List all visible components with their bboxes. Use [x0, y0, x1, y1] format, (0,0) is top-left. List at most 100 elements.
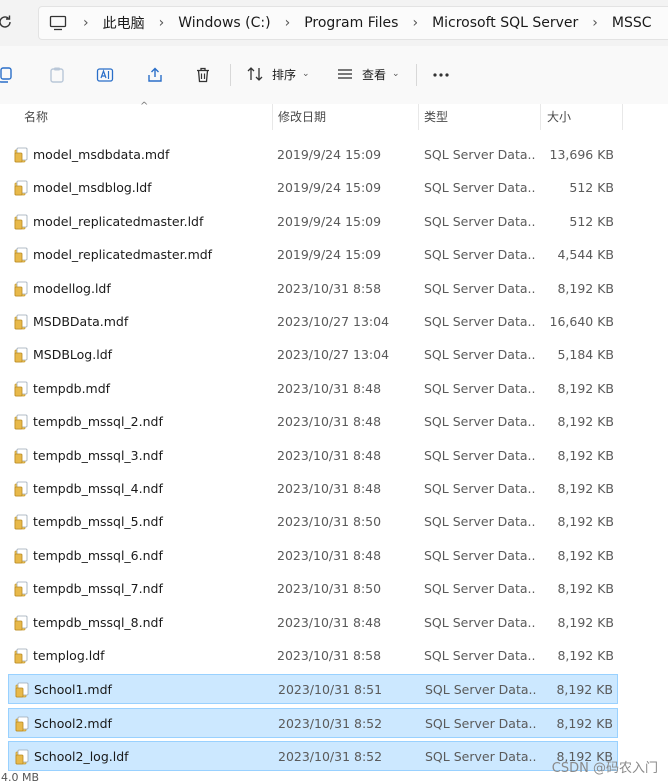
file-row[interactable]: tempdb_mssql_3.ndf 2023/10/31 8:48 SQL Ser… [8, 441, 618, 471]
file-type: SQL Server Data... [424, 448, 536, 463]
status-selection-size: 24.0 MB [0, 771, 39, 784]
column-type[interactable]: 类型 [424, 108, 448, 125]
file-name: tempdb_mssql_7.ndf [33, 581, 163, 596]
file-row[interactable]: model_msdbdata.mdf 2019/9/24 15:09 SQL Ser… [8, 140, 618, 170]
database-file-icon [14, 247, 28, 263]
file-row[interactable]: School1.mdf 2023/10/31 8:51 SQL Server Dat… [8, 674, 618, 704]
file-row[interactable]: School2_log.ldf 2023/10/31 8:52 SQL Server… [8, 741, 618, 771]
file-row[interactable]: model_replicatedmaster.ldf 2019/9/24 15:0… [8, 207, 618, 237]
file-row[interactable]: tempdb_mssql_5.ndf 2023/10/31 8:50 SQL Ser… [8, 507, 618, 537]
breadcrumb-separator: › [412, 15, 419, 31]
file-row[interactable]: MSDBData.mdf 2023/10/27 13:04 SQL Server D… [8, 307, 618, 337]
breadcrumb-windows-c[interactable]: Windows (C:) [178, 15, 270, 31]
selection-size-text: 24.0 MB [0, 771, 40, 784]
file-name: model_replicatedmaster.mdf [33, 247, 213, 262]
file-modified-date: 2023/10/31 8:58 [277, 281, 382, 296]
file-row[interactable]: modellog.ldf 2023/10/31 8:58 SQL Server Da… [8, 274, 618, 304]
file-name: tempdb_mssql_6.ndf [33, 548, 163, 563]
file-row[interactable]: model_msdblog.ldf 2019/9/24 15:09 SQL Serv… [8, 173, 618, 203]
column-size[interactable]: 大小 [547, 108, 571, 125]
file-row[interactable]: tempdb.mdf 2023/10/31 8:48 SQL Server Data… [8, 374, 618, 404]
breadcrumb-separator: › [158, 15, 165, 31]
database-file-icon [14, 648, 28, 664]
file-name: MSDBData.mdf [33, 314, 129, 329]
sort-label: 排序 [272, 67, 297, 82]
file-row[interactable]: tempdb_mssql_8.ndf 2023/10/31 8:48 SQL Ser… [8, 608, 618, 638]
database-file-icon [14, 180, 28, 196]
file-modified-date: 2023/10/31 8:50 [277, 514, 382, 529]
file-type: SQL Server Data... [424, 214, 536, 229]
file-modified-date: 2023/10/31 8:51 [278, 682, 383, 697]
file-size: 8,192 KB [557, 281, 614, 296]
database-file-icon [14, 514, 28, 530]
file-size: 512 KB [569, 180, 614, 195]
file-name: model_msdbdata.mdf [33, 147, 170, 162]
view-button[interactable]: 查看 ⌄ [336, 62, 400, 86]
address-bar: › 此电脑 › Windows (C:) › Program Files › M… [0, 0, 668, 46]
file-size: 8,192 KB [557, 481, 614, 496]
file-row[interactable]: tempdb_mssql_7.ndf 2023/10/31 8:50 SQL Ser… [8, 574, 618, 604]
file-row[interactable]: tempdb_mssql_4.ndf 2023/10/31 8:48 SQL Ser… [8, 474, 618, 504]
computer-icon [49, 15, 67, 31]
database-file-icon [14, 481, 28, 497]
file-row[interactable]: tempdb_mssql_2.ndf 2023/10/31 8:48 SQL Ser… [8, 407, 618, 437]
file-name: tempdb_mssql_3.ndf [33, 448, 163, 463]
file-name: templog.ldf [33, 648, 105, 663]
file-row[interactable]: templog.ldf 2023/10/31 8:58 SQL Server Dat… [8, 641, 618, 671]
file-modified-date: 2023/10/31 8:52 [278, 716, 383, 731]
database-file-icon [15, 716, 29, 732]
refresh-icon[interactable] [0, 13, 14, 31]
share-icon[interactable] [146, 66, 164, 84]
file-type: SQL Server Data... [424, 180, 536, 195]
column-divider[interactable] [622, 104, 623, 130]
file-modified-date: 2023/10/31 8:48 [277, 481, 382, 496]
file-row[interactable]: School2.mdf 2023/10/31 8:52 SQL Server Dat… [8, 708, 618, 738]
file-modified-date: 2023/10/31 8:50 [277, 581, 382, 596]
breadcrumb-microsoft-sql-server[interactable]: Microsoft SQL Server [432, 15, 578, 31]
file-type: SQL Server Data... [424, 314, 536, 329]
breadcrumb-separator: › [284, 15, 291, 31]
database-file-icon [14, 214, 28, 230]
file-size: 8,192 KB [557, 615, 614, 630]
column-divider[interactable] [540, 104, 541, 130]
file-size: 5,184 KB [557, 347, 614, 362]
paste-icon[interactable] [48, 66, 66, 84]
file-name: MSDBLog.ldf [33, 347, 113, 362]
delete-icon[interactable] [194, 66, 212, 84]
file-row[interactable]: tempdb_mssql_6.ndf 2023/10/31 8:48 SQL Ser… [8, 541, 618, 571]
file-name: modellog.ldf [33, 281, 111, 296]
file-modified-date: 2023/10/31 8:58 [277, 648, 382, 663]
file-type: SQL Server Data... [424, 414, 536, 429]
toolbar-divider [416, 64, 417, 86]
sort-button[interactable]: 排序 ⌄ [246, 62, 310, 86]
file-type: SQL Server Data... [424, 381, 536, 396]
view-label: 查看 [362, 67, 387, 82]
file-type: SQL Server Data... [424, 514, 536, 529]
file-type: SQL Server Data... [424, 648, 536, 663]
column-date[interactable]: 修改日期 [278, 108, 326, 125]
breadcrumb-mssql[interactable]: MSSC [612, 15, 652, 31]
chevron-down-icon: ⌄ [392, 69, 400, 79]
more-icon[interactable] [432, 66, 450, 84]
rename-icon[interactable] [96, 66, 114, 84]
copy-icon[interactable] [0, 66, 14, 84]
file-row[interactable]: model_replicatedmaster.mdf 2019/9/24 15:0… [8, 240, 618, 270]
database-file-icon [14, 615, 28, 631]
file-size: 8,192 KB [557, 514, 614, 529]
breadcrumb-program-files[interactable]: Program Files [304, 15, 398, 31]
file-row[interactable]: MSDBLog.ldf 2023/10/27 13:04 SQL Server Da… [8, 340, 618, 370]
file-type: SQL Server Data... [424, 281, 536, 296]
database-file-icon [14, 147, 28, 163]
breadcrumb[interactable]: › 此电脑 › Windows (C:) › Program Files › M… [38, 6, 668, 40]
database-file-icon [14, 347, 28, 363]
file-type: SQL Server Data... [425, 716, 537, 731]
database-file-icon [14, 581, 28, 597]
breadcrumb-this-pc[interactable]: 此电脑 [103, 13, 145, 33]
file-name: School2.mdf [34, 716, 112, 731]
file-type: SQL Server Data... [424, 548, 536, 563]
column-divider[interactable] [418, 104, 419, 130]
database-file-icon [15, 749, 29, 765]
column-divider[interactable] [272, 104, 273, 130]
column-name[interactable]: 名称 [24, 108, 48, 125]
column-header: ^ 名称 修改日期 类型 大小 [0, 101, 668, 132]
